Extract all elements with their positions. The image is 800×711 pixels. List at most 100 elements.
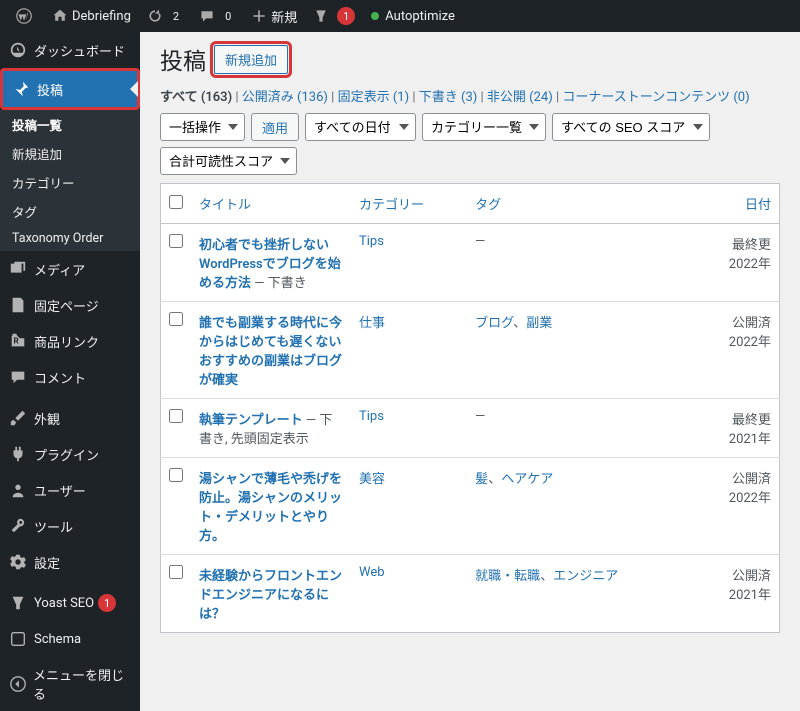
table-row: 執筆テンプレート — 下書き, 先頭固定表示Tips—最終更2021年 — [161, 399, 780, 458]
comment-icon — [199, 8, 215, 24]
menu-dashboard[interactable]: ダッシュボード — [0, 32, 140, 68]
table-row: 誰でも副業する時代に今からはじめても遅くないおすすめの副業はブログが確実 仕事 ブロ… — [161, 302, 780, 399]
filter-private[interactable]: 非公開 (24) — [487, 90, 553, 105]
yoast-link[interactable]: 1 — [305, 0, 363, 32]
pin-icon — [11, 79, 31, 99]
submenu-categories[interactable]: カテゴリー — [0, 168, 140, 197]
new-content-link[interactable]: 新規 — [243, 0, 305, 32]
menu-product-links-label: 商品リンク — [34, 332, 99, 351]
table-row: 初心者でも挫折しないWordPressでブログを始める方法 — 下書きTips—… — [161, 224, 780, 302]
post-state: — 下書き — [251, 276, 307, 291]
date-filter-select[interactable]: すべての日付 — [305, 113, 416, 141]
menu-yoast-label: Yoast SEO — [34, 596, 94, 611]
menu-media-label: メディア — [34, 260, 85, 279]
row-checkbox[interactable] — [169, 565, 183, 579]
menu-tools[interactable]: ツール — [0, 508, 140, 544]
menu-pages[interactable]: 固定ページ — [0, 287, 140, 323]
category-link[interactable]: Tips — [359, 234, 384, 249]
page-title: 投稿 — [160, 42, 206, 76]
posts-submenu: 投稿一覧 新規追加 カテゴリー タグ Taxonomy Order — [0, 110, 140, 251]
menu-yoast[interactable]: Yoast SEO 1 — [0, 585, 140, 621]
autoptimize-label: Autoptimize — [385, 9, 455, 24]
menu-appearance-label: 外観 — [34, 409, 60, 428]
menu-posts-label: 投稿 — [37, 80, 63, 99]
yoast-menu-badge: 1 — [98, 594, 116, 612]
menu-appearance[interactable]: 外観 — [0, 400, 140, 436]
wp-logo[interactable] — [8, 0, 44, 32]
category-link[interactable]: 美容 — [359, 472, 385, 487]
updates-count: 2 — [169, 10, 183, 23]
col-date[interactable]: 日付 — [745, 198, 771, 213]
filter-draft[interactable]: 下書き (3) — [419, 90, 478, 105]
filter-published[interactable]: 公開済み (136) — [242, 90, 328, 105]
category-link[interactable]: Tips — [359, 409, 384, 424]
category-link[interactable]: Web — [359, 565, 385, 580]
menu-users[interactable]: ユーザー — [0, 472, 140, 508]
comments-link[interactable]: 0 — [191, 0, 243, 32]
post-title-link[interactable]: 執筆テンプレート — [199, 413, 303, 428]
tag-link[interactable]: 副業 — [526, 316, 552, 331]
submenu-all-posts[interactable]: 投稿一覧 — [0, 110, 140, 139]
date-cell: 最終更2022年 — [695, 224, 779, 302]
autoptimize-link[interactable]: Autoptimize — [363, 0, 463, 32]
brush-icon — [8, 408, 28, 428]
category-link[interactable]: 仕事 — [359, 316, 385, 331]
site-name-link[interactable]: Debriefing — [44, 0, 139, 32]
filter-cornerstone[interactable]: コーナーストーンコンテンツ (0) — [562, 90, 749, 105]
product-link-icon: R — [8, 331, 28, 351]
tag-link[interactable]: 髪 — [475, 472, 488, 487]
col-title[interactable]: タイトル — [199, 198, 251, 213]
menu-settings[interactable]: 設定 — [0, 544, 140, 580]
row-checkbox[interactable] — [169, 234, 183, 248]
bulk-action-select[interactable]: 一括操作 — [160, 113, 245, 141]
row-checkbox[interactable] — [169, 312, 183, 326]
category-filter-select[interactable]: カテゴリー一覧 — [422, 113, 546, 141]
plus-icon — [251, 8, 267, 24]
menu-pages-label: 固定ページ — [34, 296, 99, 315]
menu-schema[interactable]: Schema — [0, 621, 140, 657]
tag-link[interactable]: ブログ — [475, 316, 513, 331]
readability-filter-select[interactable]: 合計可読性スコア — [160, 147, 297, 175]
seo-filter-select[interactable]: すべての SEO スコア — [552, 113, 710, 141]
tag-link[interactable]: エンジニア — [553, 569, 618, 584]
status-filter-links: すべて (163) | 公開済み (136) | 固定表示 (1) | 下書き … — [160, 86, 780, 105]
submenu-taxonomy-order[interactable]: Taxonomy Order — [0, 226, 140, 251]
yoast-icon — [313, 8, 329, 24]
col-tags: タグ — [475, 198, 501, 213]
tools-icon — [8, 516, 28, 536]
tag-link[interactable]: ヘアケア — [501, 472, 553, 487]
collapse-icon — [8, 674, 27, 694]
post-title-link[interactable]: 誰でも副業する時代に今からはじめても遅くないおすすめの副業はブログが確実 — [199, 316, 342, 388]
row-checkbox[interactable] — [169, 468, 183, 482]
filter-all[interactable]: すべて (163) — [160, 90, 232, 105]
menu-comments[interactable]: コメント — [0, 359, 140, 395]
admin-bar: Debriefing 2 0 新規 1 Autoptimize — [0, 0, 800, 32]
admin-sidebar: ダッシュボード 投稿 投稿一覧 新規追加 カテゴリー タグ Taxonomy O… — [0, 32, 140, 711]
menu-posts[interactable]: 投稿 — [3, 71, 137, 107]
tag-link[interactable]: 就職・転職 — [475, 569, 540, 584]
col-category: カテゴリー — [359, 198, 424, 213]
menu-collapse[interactable]: メニューを閉じる — [0, 657, 140, 711]
updates-link[interactable]: 2 — [139, 0, 191, 32]
submenu-tags[interactable]: タグ — [0, 197, 140, 226]
apply-button[interactable]: 適用 — [251, 113, 299, 141]
submenu-new-post[interactable]: 新規追加 — [0, 139, 140, 168]
menu-product-links[interactable]: R 商品リンク — [0, 323, 140, 359]
date-cell: 最終更2021年 — [695, 399, 779, 458]
page-header: 投稿 新規追加 — [160, 42, 780, 76]
updates-icon — [147, 8, 163, 24]
add-new-button[interactable]: 新規追加 — [214, 45, 288, 74]
date-cell: 公開済2022年 — [695, 458, 779, 555]
yoast-badge: 1 — [337, 7, 355, 25]
filter-sticky[interactable]: 固定表示 (1) — [338, 90, 410, 105]
schema-icon — [8, 629, 28, 649]
menu-media[interactable]: メディア — [0, 251, 140, 287]
menu-plugins[interactable]: プラグイン — [0, 436, 140, 472]
settings-icon — [8, 552, 28, 572]
page-icon — [8, 295, 28, 315]
post-title-link[interactable]: 未経験からフロントエンドエンジニアになるには？ — [199, 569, 342, 622]
select-all-checkbox[interactable] — [169, 195, 183, 209]
row-checkbox[interactable] — [169, 409, 183, 423]
menu-dashboard-label: ダッシュボード — [34, 41, 125, 60]
post-title-link[interactable]: 湯シャンで薄毛や禿げを防止。湯シャンのメリット・デメリットとやり方。 — [199, 472, 342, 544]
